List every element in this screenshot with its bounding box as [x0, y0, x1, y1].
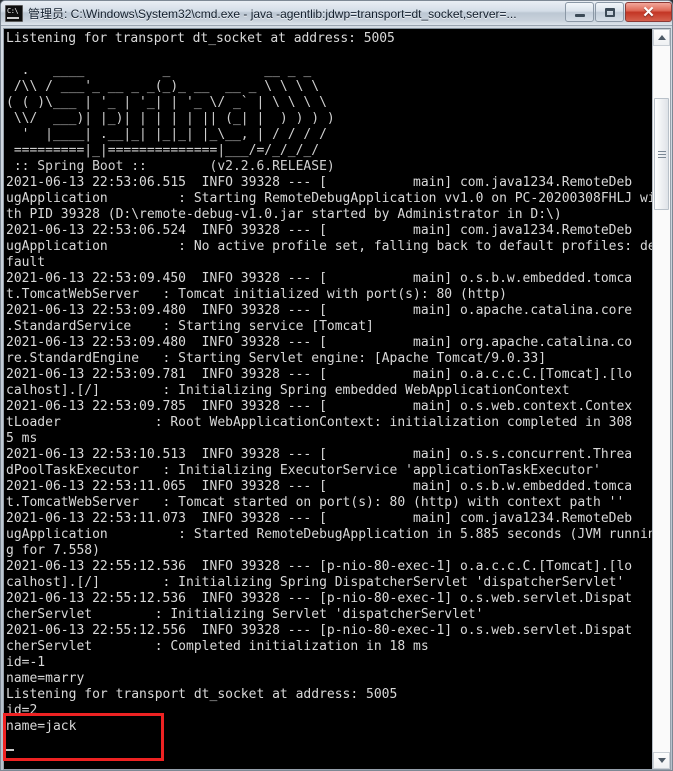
scroll-down-button[interactable] — [653, 752, 670, 769]
vertical-scrollbar[interactable] — [652, 29, 670, 769]
console-first-line: Listening for transport dt_socket at add… — [6, 31, 395, 46]
text-caret — [6, 749, 14, 751]
scrollbar-grip-icon — [657, 150, 666, 158]
minimize-button[interactable] — [565, 2, 594, 22]
close-button[interactable]: ✕ — [625, 2, 672, 22]
cmd-console-icon — [5, 4, 23, 22]
scrollbar-thumb[interactable] — [654, 98, 669, 210]
spring-boot-ascii-banner: . ____ _ __ _ _ /\\ / ___'_ __ _ _(_)_ _… — [6, 63, 335, 174]
cmd-console-window: 管理员: C:\Windows\System32\cmd.exe - java … — [0, 0, 673, 771]
scroll-up-button[interactable] — [653, 29, 670, 46]
maximize-button[interactable] — [595, 2, 624, 22]
scroll-up-arrow-icon — [657, 35, 666, 40]
window-titlebar[interactable]: 管理员: C:\Windows\System32\cmd.exe - java … — [1, 1, 672, 26]
minimize-icon — [574, 14, 585, 17]
scrollbar-track[interactable] — [653, 46, 670, 752]
console-highlighted-output: id=2 name=jack — [6, 703, 77, 734]
window-controls: ✕ — [564, 2, 672, 24]
console-client-area: Listening for transport dt_socket at add… — [3, 28, 671, 770]
maximize-icon — [604, 7, 615, 17]
scroll-down-arrow-icon — [657, 758, 666, 763]
console-output-surface[interactable]: Listening for transport dt_socket at add… — [4, 29, 652, 769]
console-log-output: 2021-06-13 22:53:06.515 INFO 39328 --- [… — [6, 175, 652, 702]
console-caret-line — [6, 735, 652, 751]
close-icon: ✕ — [642, 3, 655, 21]
